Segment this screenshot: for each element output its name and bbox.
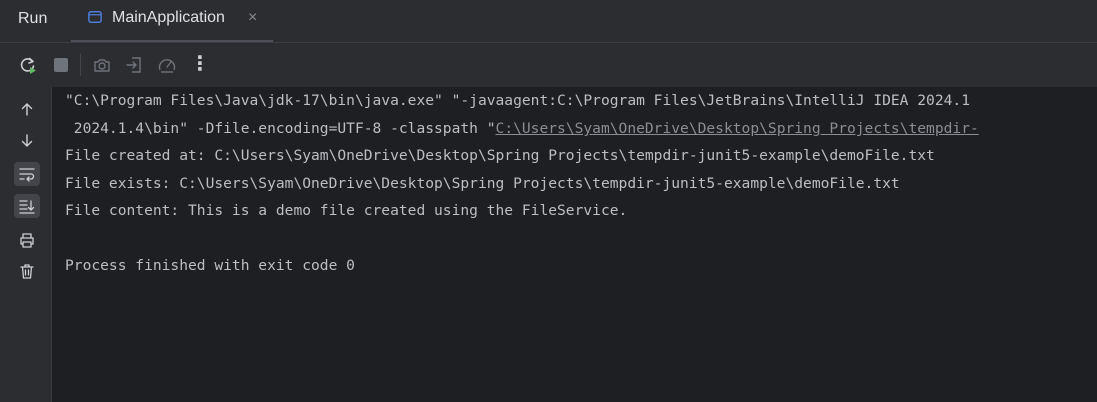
arrow-down-icon — [21, 134, 33, 147]
rerun-icon[interactable] — [18, 55, 38, 75]
soft-wrap-button[interactable] — [14, 162, 40, 186]
console-line: "C:\Program Files\Java\jdk-17\bin\java.e… — [65, 92, 970, 109]
tool-window-title: Run — [18, 10, 48, 27]
scroll-to-end-icon — [19, 200, 35, 214]
down-arrow-button[interactable] — [14, 129, 40, 153]
camera-icon[interactable] — [92, 55, 112, 75]
run-toolbar: ⋮ — [0, 43, 1097, 87]
console-output[interactable]: "C:\Program Files\Java\jdk-17\bin\java.e… — [52, 88, 1097, 402]
console-line: Process finished with exit code 0 — [65, 257, 355, 274]
dashboard-icon[interactable] — [157, 55, 177, 75]
console-line: File created at: C:\Users\Syam\OneDrive\… — [65, 147, 935, 164]
scroll-to-end-button[interactable] — [14, 194, 40, 218]
trash-icon — [20, 264, 34, 279]
clear-all-button[interactable] — [14, 259, 40, 283]
arrow-up-icon — [21, 103, 33, 116]
up-arrow-button[interactable] — [14, 97, 40, 121]
console-sidebar — [0, 87, 52, 402]
tab-label: MainApplication — [112, 9, 225, 26]
console-line-prefix: 2024.1.4\bin" -Dfile.encoding=UTF-8 -cla… — [65, 120, 496, 137]
soft-wrap-icon — [19, 168, 35, 182]
print-icon — [20, 233, 34, 248]
console-line: 2024.1.4\bin" -Dfile.encoding=UTF-8 -cla… — [65, 120, 979, 137]
console-line: File content: This is a demo file create… — [65, 202, 628, 219]
classpath-link[interactable]: C:\Users\Syam\OneDrive\Desktop\Spring Pr… — [496, 120, 979, 137]
console-line: File exists: C:\Users\Syam\OneDrive\Desk… — [65, 175, 900, 192]
console-icon — [88, 11, 102, 23]
print-button[interactable] — [14, 228, 40, 252]
exit-icon[interactable] — [124, 55, 144, 75]
stop-icon[interactable] — [51, 55, 71, 75]
tab-main-application[interactable]: MainApplication × — [71, 0, 273, 42]
tool-window-header: Run MainApplication × — [0, 0, 1097, 42]
tab-close-icon[interactable]: × — [248, 9, 257, 27]
toolbar-separator — [80, 54, 81, 76]
more-options-icon[interactable]: ⋮ — [190, 52, 210, 75]
